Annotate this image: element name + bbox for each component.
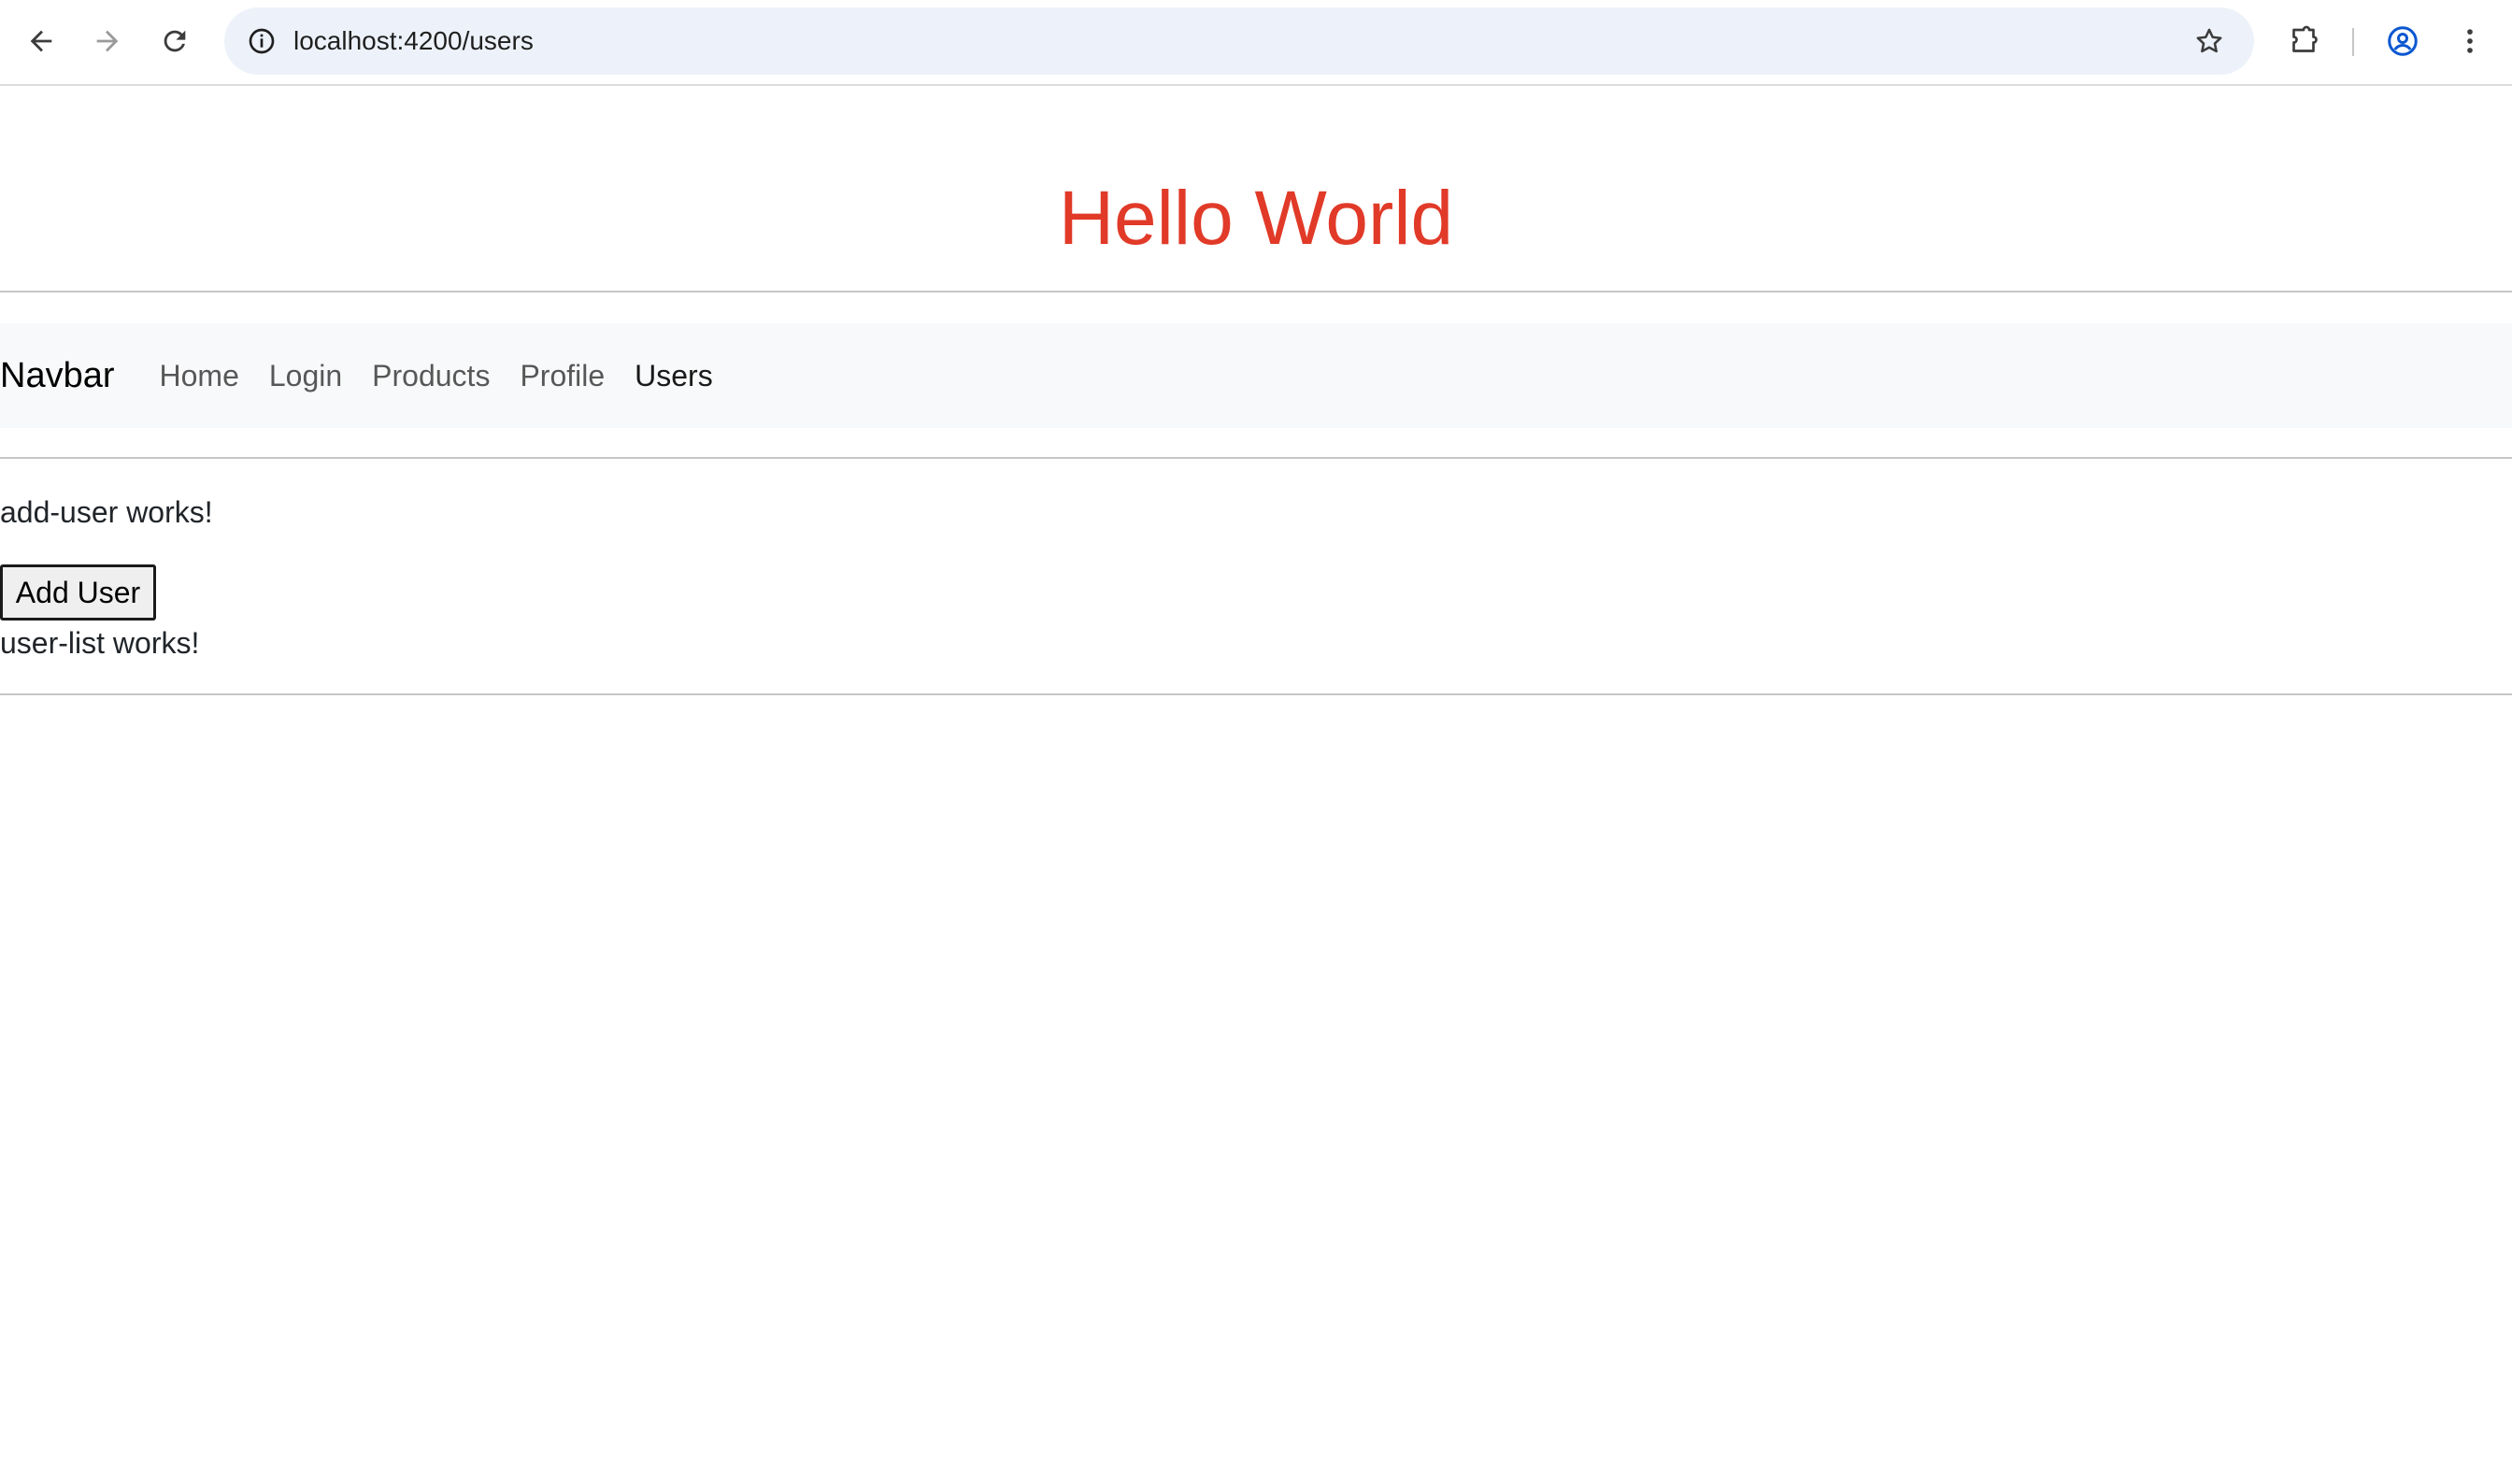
divider xyxy=(0,457,2512,459)
toolbar-divider xyxy=(2352,28,2354,56)
nav-link-login[interactable]: Login xyxy=(269,359,342,393)
nav-link-products[interactable]: Products xyxy=(372,359,490,393)
divider xyxy=(0,693,2512,695)
back-arrow-icon[interactable] xyxy=(14,14,68,68)
nav-link-profile[interactable]: Profile xyxy=(520,359,605,393)
browser-toolbar: localhost:4200/users xyxy=(0,0,2512,86)
reload-icon[interactable] xyxy=(148,14,202,68)
url-text[interactable]: localhost:4200/users xyxy=(293,7,534,75)
divider xyxy=(0,291,2512,293)
info-icon[interactable] xyxy=(241,21,282,62)
address-bar[interactable]: localhost:4200/users xyxy=(224,7,2254,75)
forward-arrow-icon[interactable] xyxy=(80,14,135,68)
kebab-menu-icon[interactable] xyxy=(2443,14,2497,68)
add-user-text: add-user works! xyxy=(0,495,213,529)
add-user-button[interactable]: Add User xyxy=(0,564,156,621)
user-list-text: user-list works! xyxy=(0,626,200,660)
puzzle-icon[interactable] xyxy=(2276,14,2331,68)
navbar: Navbar Home Login Products Profile Users xyxy=(0,323,2512,428)
page-title: Hello World xyxy=(1058,176,1454,261)
nav-link-users[interactable]: Users xyxy=(635,359,713,393)
navbar-brand[interactable]: Navbar xyxy=(0,356,115,396)
nav-link-home[interactable]: Home xyxy=(160,359,239,393)
star-icon[interactable] xyxy=(2189,21,2230,62)
profile-icon[interactable] xyxy=(2376,14,2430,68)
